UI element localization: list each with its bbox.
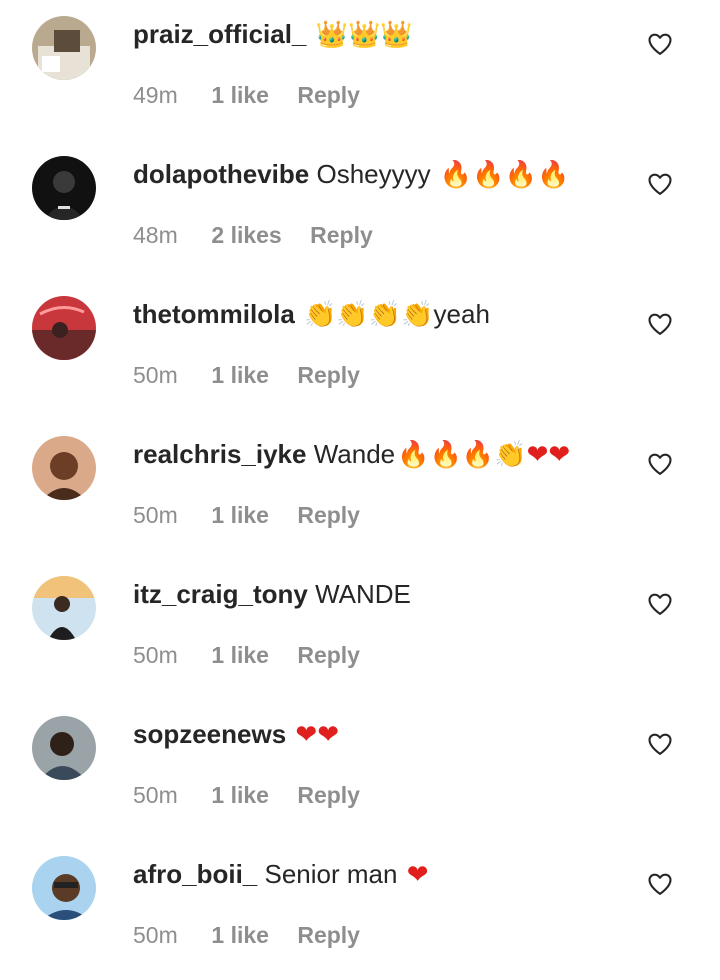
comment-text-line: realchris_iyke Wande🔥🔥🔥👏❤❤ xyxy=(133,434,570,474)
comment-text: WANDE xyxy=(315,579,411,609)
comment-emoji: 👏👏👏👏 xyxy=(304,300,434,330)
comment-text: Senior man xyxy=(264,859,398,889)
avatar[interactable] xyxy=(32,156,96,220)
reply-button[interactable]: Reply xyxy=(310,222,373,248)
comment-like-count[interactable]: 1 like xyxy=(211,642,269,668)
comment-meta: 49m 1 like Reply xyxy=(133,78,360,112)
comment-timestamp: 49m xyxy=(133,82,178,108)
avatar[interactable] xyxy=(32,436,96,500)
reply-button[interactable]: Reply xyxy=(297,642,360,668)
comment-meta: 48m 2 likes Reply xyxy=(133,218,373,252)
avatar[interactable] xyxy=(32,576,96,640)
comment-text-line: dolapothevibe Osheyyyy 🔥🔥🔥🔥 xyxy=(133,154,569,194)
comment-meta: 50m 1 like Reply xyxy=(133,918,360,952)
comment-text-line: praiz_official_ 👑👑👑 xyxy=(133,14,413,54)
comment-item: realchris_iyke Wande🔥🔥🔥👏❤❤ 50m 1 like Re… xyxy=(0,420,720,560)
comment-timestamp: 50m xyxy=(133,922,178,948)
comment-emoji: 🔥🔥🔥👏❤❤ xyxy=(397,440,571,470)
avatar[interactable] xyxy=(32,296,96,360)
comment-text-line: itz_craig_tony WANDE xyxy=(133,574,413,614)
comment-emoji: 👑👑👑 xyxy=(315,20,413,50)
comment-username[interactable]: praiz_official_ xyxy=(133,19,306,49)
comment-timestamp: 50m xyxy=(133,642,178,668)
comment-username[interactable]: sopzeenews xyxy=(133,719,286,749)
comment-meta: 50m 1 like Reply xyxy=(133,358,360,392)
comment-item: itz_craig_tony WANDE 50m 1 like Reply xyxy=(0,560,720,700)
comment-username[interactable]: dolapothevibe xyxy=(133,159,309,189)
heart-outline-icon[interactable] xyxy=(646,730,674,758)
reply-button[interactable]: Reply xyxy=(297,782,360,808)
comment-item: praiz_official_ 👑👑👑 49m 1 like Reply xyxy=(0,0,720,140)
reply-button[interactable]: Reply xyxy=(297,362,360,388)
comment-like-count[interactable]: 1 like xyxy=(211,922,269,948)
comment-text-line: sopzeenews ❤❤ xyxy=(133,714,339,754)
reply-button[interactable]: Reply xyxy=(297,82,360,108)
heart-outline-icon[interactable] xyxy=(646,450,674,478)
comment-item: sopzeenews ❤❤ 50m 1 like Reply xyxy=(0,700,720,840)
comment-timestamp: 50m xyxy=(133,362,178,388)
comment-like-count[interactable]: 2 likes xyxy=(211,222,281,248)
comment-text-line: thetommilola 👏👏👏👏yeah xyxy=(133,294,490,334)
comment-like-count[interactable]: 1 like xyxy=(211,782,269,808)
comment-text: yeah xyxy=(433,299,490,329)
comment-meta: 50m 1 like Reply xyxy=(133,638,360,672)
comment-like-count[interactable]: 1 like xyxy=(211,362,269,388)
avatar[interactable] xyxy=(32,716,96,780)
avatar[interactable] xyxy=(32,856,96,920)
comment-meta: 50m 1 like Reply xyxy=(133,498,360,532)
comment-like-count[interactable]: 1 like xyxy=(211,502,269,528)
comment-username[interactable]: thetommilola xyxy=(133,299,295,329)
heart-outline-icon[interactable] xyxy=(646,170,674,198)
reply-button[interactable]: Reply xyxy=(297,922,360,948)
comment-meta: 50m 1 like Reply xyxy=(133,778,360,812)
reply-button[interactable]: Reply xyxy=(297,502,360,528)
comment-emoji: ❤ xyxy=(406,860,429,890)
comment-username[interactable]: itz_craig_tony xyxy=(133,579,308,609)
comment-text: Wande xyxy=(313,439,396,469)
comment-text-line: afro_boii_ Senior man ❤ xyxy=(133,854,428,894)
avatar[interactable] xyxy=(32,16,96,80)
comment-item: dolapothevibe Osheyyyy 🔥🔥🔥🔥 48m 2 likes … xyxy=(0,140,720,280)
comment-text: Osheyyyy xyxy=(316,159,431,189)
comment-username[interactable]: realchris_iyke xyxy=(133,439,306,469)
comment-like-count[interactable]: 1 like xyxy=(211,82,269,108)
comment-item: afro_boii_ Senior man ❤ 50m 1 like Reply xyxy=(0,840,720,980)
heart-outline-icon[interactable] xyxy=(646,870,674,898)
heart-outline-icon[interactable] xyxy=(646,310,674,338)
comment-timestamp: 50m xyxy=(133,502,178,528)
heart-outline-icon[interactable] xyxy=(646,590,674,618)
heart-outline-icon[interactable] xyxy=(646,30,674,58)
comment-username[interactable]: afro_boii_ xyxy=(133,859,257,889)
comment-timestamp: 50m xyxy=(133,782,178,808)
comment-item: thetommilola 👏👏👏👏yeah 50m 1 like Reply xyxy=(0,280,720,420)
comment-timestamp: 48m xyxy=(133,222,178,248)
comment-emoji: ❤❤ xyxy=(295,720,339,750)
comment-emoji: 🔥🔥🔥🔥 xyxy=(439,160,570,190)
comment-list: praiz_official_ 👑👑👑 49m 1 like Reply dol… xyxy=(0,0,720,963)
